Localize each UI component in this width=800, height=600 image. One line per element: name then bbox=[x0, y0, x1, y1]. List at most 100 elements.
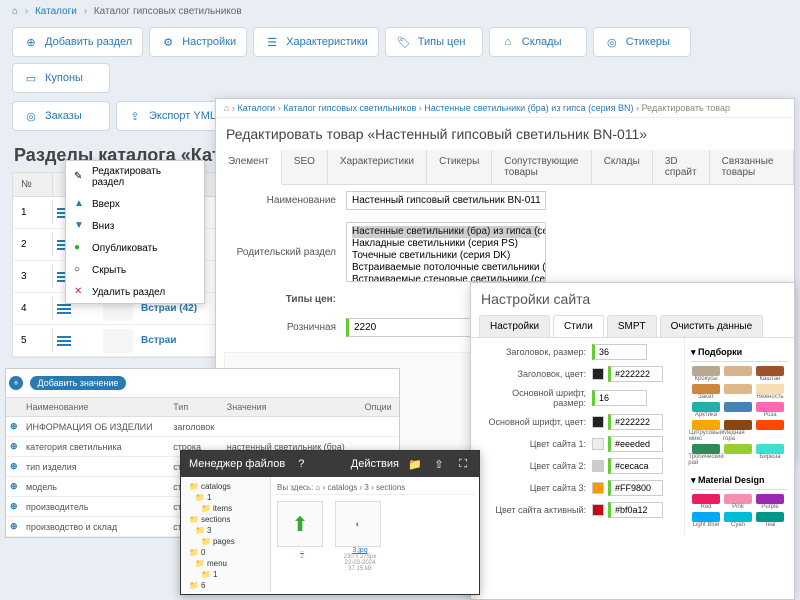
name-input[interactable] bbox=[346, 191, 546, 210]
palette-color[interactable]: Cyan bbox=[723, 512, 753, 528]
palette-color[interactable]: Pink bbox=[723, 494, 753, 510]
coupons-button[interactable]: ▭Купоны bbox=[12, 63, 110, 93]
palette-color[interactable]: Purple bbox=[755, 494, 785, 510]
setting-input[interactable] bbox=[608, 480, 663, 496]
palette-color[interactable] bbox=[723, 366, 753, 382]
tree-item[interactable]: 1 bbox=[185, 569, 266, 580]
target-icon: ◎ bbox=[23, 108, 39, 124]
palette-color[interactable] bbox=[755, 420, 785, 442]
setting-input[interactable] bbox=[608, 502, 663, 518]
tab-5[interactable]: Склады bbox=[592, 150, 653, 184]
new-folder-icon[interactable]: 📁 bbox=[407, 456, 423, 472]
settings-button[interactable]: ⚙Настройки bbox=[149, 27, 247, 57]
edit-title: Редактировать товар «Настенный гипсовый … bbox=[216, 118, 794, 150]
palette1-title[interactable]: ▾ Подборки bbox=[691, 344, 788, 362]
color-swatch[interactable] bbox=[592, 368, 604, 380]
ctx-up[interactable]: ▲Вверх bbox=[66, 193, 204, 215]
settings-tab-1[interactable]: Стили bbox=[553, 315, 604, 337]
file-thumb[interactable]: ◐3.jpg230 x 275px22-03-202437.15 kB bbox=[335, 501, 385, 572]
color-swatch[interactable] bbox=[592, 482, 604, 494]
palette-color[interactable] bbox=[723, 444, 753, 466]
add-section-button[interactable]: ⊕Добавить раздел bbox=[12, 27, 143, 57]
color-swatch[interactable] bbox=[592, 438, 604, 450]
palette-color[interactable]: Медная гора bbox=[723, 420, 753, 442]
settings-tab-3[interactable]: Очистить данные bbox=[660, 315, 764, 337]
palette-color[interactable]: Каштан bbox=[755, 366, 785, 382]
palette-color[interactable]: Роза bbox=[755, 402, 785, 418]
tree-item[interactable]: 1 bbox=[185, 492, 266, 503]
fm-help-icon[interactable]: ? bbox=[293, 456, 309, 472]
characteristics-button[interactable]: ☰Характеристики bbox=[253, 27, 379, 57]
parent-select[interactable]: Настенные светильники (бра) из гипса (се… bbox=[346, 222, 546, 282]
palette-color[interactable]: Red bbox=[691, 494, 721, 510]
drag-icon[interactable] bbox=[57, 334, 71, 348]
ctx-delete[interactable]: ✕Удалить раздел bbox=[66, 281, 204, 303]
upload-icon[interactable]: ⇧ bbox=[431, 456, 447, 472]
file-thumb[interactable]: ⬆..2 bbox=[277, 501, 327, 572]
setting-input[interactable] bbox=[592, 390, 647, 406]
setting-input[interactable] bbox=[608, 366, 663, 382]
tree-item[interactable]: 0 bbox=[185, 547, 266, 558]
settings-tab-2[interactable]: SMPT bbox=[607, 315, 657, 337]
setting-input[interactable] bbox=[608, 458, 663, 474]
palette2-title[interactable]: ▾ Material Design bbox=[691, 472, 788, 490]
color-swatch[interactable] bbox=[592, 460, 604, 472]
export-yml-button[interactable]: ⇪Экспорт YML bbox=[116, 101, 227, 131]
color-swatch[interactable] bbox=[592, 416, 604, 428]
stickers-button[interactable]: ◎Стикеры bbox=[593, 27, 691, 57]
orders-button[interactable]: ◎Заказы bbox=[12, 101, 110, 131]
setting-input[interactable] bbox=[592, 344, 647, 360]
tab-1[interactable]: SEO bbox=[282, 150, 328, 184]
tree-item[interactable]: 6 bbox=[185, 580, 266, 591]
palette-color[interactable]: Арктика bbox=[691, 402, 721, 418]
palette-color[interactable]: Light Blue bbox=[691, 512, 721, 528]
breadcrumb: ⌂ › Каталоги › Каталог гипсовых светильн… bbox=[0, 0, 800, 23]
ctx-hide[interactable]: ○Скрыть bbox=[66, 259, 204, 281]
warehouses-button[interactable]: ⌂Склады bbox=[489, 27, 587, 57]
expand-icon[interactable]: ⊕ bbox=[6, 477, 22, 497]
setting-input[interactable] bbox=[608, 414, 663, 430]
bc-home[interactable]: ⌂ bbox=[12, 6, 18, 17]
expand-icon[interactable]: ⊕ bbox=[6, 417, 22, 437]
tab-3[interactable]: Стикеры bbox=[427, 150, 492, 184]
tree-item[interactable]: menu bbox=[185, 558, 266, 569]
arrow-down-icon: ▼ bbox=[74, 220, 86, 232]
add-value-button[interactable]: Добавить значение bbox=[30, 376, 127, 390]
palette-color[interactable] bbox=[723, 402, 753, 418]
ctx-down[interactable]: ▼Вниз bbox=[66, 215, 204, 237]
tree-item[interactable]: items bbox=[185, 503, 266, 514]
tab-6[interactable]: 3D спрайт bbox=[653, 150, 710, 184]
tab-7[interactable]: Связанные товары bbox=[710, 150, 794, 184]
expand-icon[interactable]: ⊕ bbox=[6, 457, 22, 477]
tab-0[interactable]: Элемент bbox=[216, 150, 282, 185]
ctx-publish[interactable]: ●Опубликовать bbox=[66, 237, 204, 259]
tree-item[interactable]: 3 bbox=[185, 525, 266, 536]
select-icon[interactable]: ⛶ bbox=[455, 456, 471, 472]
palette-color[interactable] bbox=[723, 384, 753, 400]
expand-icon[interactable]: ⊕ bbox=[6, 437, 22, 457]
palette-color[interactable]: Teal bbox=[755, 512, 785, 528]
ctx-edit[interactable]: ✎Редактировать раздел bbox=[66, 161, 204, 193]
settings-tab-0[interactable]: Настройки bbox=[479, 315, 550, 337]
tab-2[interactable]: Характеристики bbox=[328, 150, 427, 184]
palette-color[interactable]: Бирюза bbox=[755, 444, 785, 466]
color-swatch[interactable] bbox=[592, 504, 604, 516]
expand-icon[interactable]: ⊕ bbox=[6, 517, 22, 537]
setting-input[interactable] bbox=[608, 436, 663, 452]
tree-item[interactable]: sections bbox=[185, 514, 266, 525]
expand-icon[interactable]: ⊕ bbox=[6, 497, 22, 517]
row-name[interactable]: Встраи (42) bbox=[133, 303, 197, 314]
price-types-button[interactable]: 🏷Типы цен bbox=[385, 27, 483, 57]
palette-color[interactable]: Нежность bbox=[755, 384, 785, 400]
bc-catalogs[interactable]: Каталоги bbox=[35, 6, 77, 17]
plus-circle-icon[interactable]: + bbox=[9, 376, 23, 390]
tree-item[interactable]: pages bbox=[185, 536, 266, 547]
palette-color[interactable]: Цитрусовый микс bbox=[691, 420, 721, 442]
tree-item[interactable]: catalogs bbox=[185, 481, 266, 492]
palette-color[interactable]: Закат bbox=[691, 384, 721, 400]
attr-row[interactable]: ⊕ИНФОРМАЦИЯ ОБ ИЗДЕЛИИзаголовок bbox=[6, 417, 399, 437]
palette-color[interactable]: Тропический рай bbox=[691, 444, 721, 466]
row-name[interactable]: Встраи bbox=[133, 335, 177, 346]
tab-4[interactable]: Сопутствующие товары bbox=[492, 150, 591, 184]
palette-color[interactable]: Крокусы bbox=[691, 366, 721, 382]
